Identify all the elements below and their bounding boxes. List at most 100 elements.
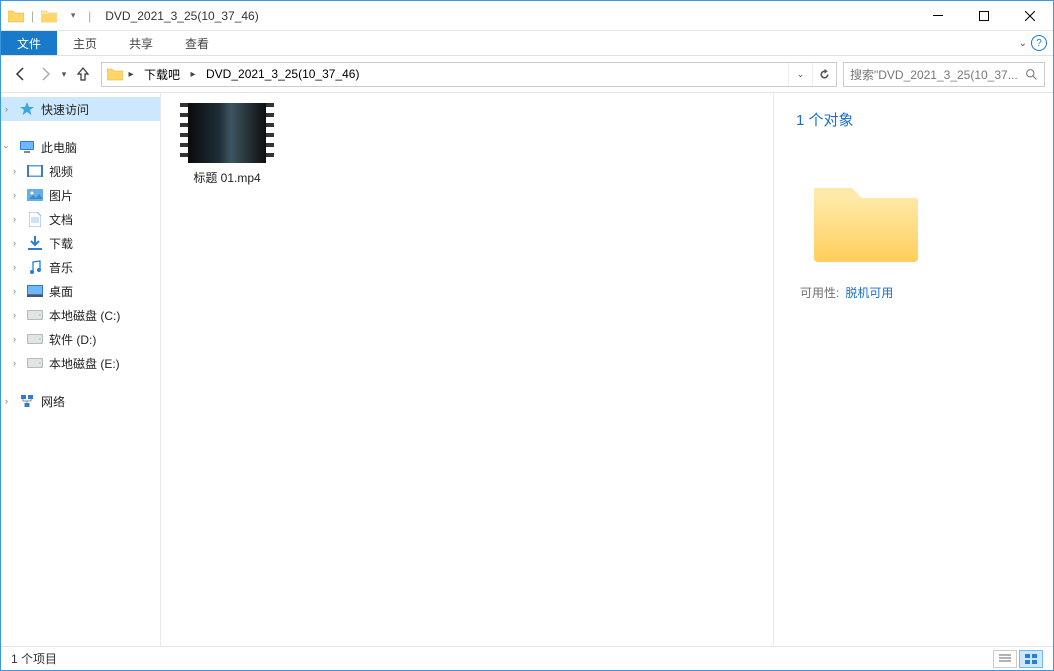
nav-group: ▾ <box>9 62 95 86</box>
icons-view-button[interactable] <box>1019 650 1043 668</box>
address-bar[interactable]: ▸ 下载吧 ▸ DVD_2021_3_25(10_37_46) ⌄ <box>101 62 837 87</box>
sidebar-item-desktop[interactable]: › 桌面 <box>1 279 160 303</box>
expand-icon[interactable]: › <box>13 310 16 320</box>
collapse-icon[interactable]: › <box>2 146 12 149</box>
file-name: 标题 01.mp4 <box>167 169 287 186</box>
sidebar-item-label: 软件 (D:) <box>49 331 96 348</box>
recent-dropdown-icon[interactable]: ▾ <box>57 62 71 86</box>
qat-divider: | <box>31 9 34 23</box>
file-grid[interactable]: 标题 01.mp4 <box>161 93 773 646</box>
drive-icon <box>27 307 43 323</box>
document-icon <box>27 211 43 227</box>
expand-icon[interactable]: › <box>13 334 16 344</box>
sidebar-item-label: 此电脑 <box>41 139 77 156</box>
sidebar-item-label: 快速访问 <box>41 101 89 118</box>
sidebar-item-documents[interactable]: › 文档 <box>1 207 160 231</box>
addr-root-chevron-icon[interactable]: ▸ <box>124 69 138 80</box>
expand-icon[interactable]: › <box>13 358 16 368</box>
breadcrumb-segment-1[interactable]: DVD_2021_3_25(10_37_46) <box>200 63 365 86</box>
navbar: ▾ ▸ 下载吧 ▸ DVD_2021_3_25(10_37_46) ⌄ 搜索"D… <box>1 56 1053 92</box>
sidebar-item-label: 本地磁盘 (C:) <box>49 307 120 324</box>
star-icon <box>19 101 35 117</box>
drive-icon <box>27 331 43 347</box>
expand-ribbon-icon[interactable]: ⌄ <box>1019 38 1027 49</box>
status-text: 1 个项目 <box>11 650 57 667</box>
sidebar: › 快速访问 › 此电脑 › 视频 › 图片 <box>1 93 161 646</box>
expand-icon[interactable]: › <box>13 286 16 296</box>
qat-divider-2: | <box>88 9 91 23</box>
breadcrumb-segment-0[interactable]: 下载吧 <box>138 63 186 86</box>
monitor-icon <box>19 139 35 155</box>
expand-icon[interactable]: › <box>13 166 16 176</box>
window-controls <box>915 1 1053 30</box>
content-area: 标题 01.mp4 1 个对象 可用性: 脱机可用 <box>161 93 1053 646</box>
sidebar-item-drive-d[interactable]: › 软件 (D:) <box>1 327 160 351</box>
sidebar-item-drive-e[interactable]: › 本地磁盘 (E:) <box>1 351 160 375</box>
sidebar-item-pictures[interactable]: › 图片 <box>1 183 160 207</box>
expand-icon[interactable]: › <box>5 396 8 406</box>
sidebar-item-label: 网络 <box>41 393 65 410</box>
tab-home[interactable]: 主页 <box>57 31 113 55</box>
ribbon: 文件 主页 共享 查看 ⌄ ? <box>1 31 1053 56</box>
folder-large-icon <box>806 168 926 268</box>
sidebar-item-music[interactable]: › 音乐 <box>1 255 160 279</box>
addr-chevron-icon[interactable]: ▸ <box>186 69 200 80</box>
addr-folder-icon <box>106 67 124 81</box>
up-button[interactable] <box>71 62 95 86</box>
back-button[interactable] <box>9 62 33 86</box>
addr-dropdown-icon[interactable]: ⌄ <box>788 63 812 86</box>
sidebar-item-drive-c[interactable]: › 本地磁盘 (C:) <box>1 303 160 327</box>
drive-icon <box>27 355 43 371</box>
minimize-button[interactable] <box>915 1 961 30</box>
search-placeholder: 搜索"DVD_2021_3_25(10_37... <box>850 66 1025 83</box>
search-input[interactable]: 搜索"DVD_2021_3_25(10_37... <box>843 62 1045 87</box>
video-thumbnail <box>180 103 274 163</box>
quick-access-toolbar: | ▾ | <box>1 5 97 27</box>
expand-icon[interactable]: › <box>13 214 16 224</box>
forward-button[interactable] <box>33 62 57 86</box>
window-title: DVD_2021_3_25(10_37_46) <box>105 9 258 23</box>
sidebar-item-label: 图片 <box>49 187 73 204</box>
sidebar-quick-access[interactable]: › 快速访问 <box>1 97 160 121</box>
expand-icon[interactable]: › <box>13 262 16 272</box>
tab-view[interactable]: 查看 <box>169 31 225 55</box>
details-view-button[interactable] <box>993 650 1017 668</box>
expand-icon[interactable]: › <box>5 104 8 114</box>
expand-icon[interactable]: › <box>13 190 16 200</box>
sidebar-item-downloads[interactable]: › 下载 <box>1 231 160 255</box>
titlebar: | ▾ | DVD_2021_3_25(10_37_46) <box>1 1 1053 31</box>
sidebar-this-pc[interactable]: › 此电脑 <box>1 135 160 159</box>
sidebar-item-label: 文档 <box>49 211 73 228</box>
download-icon <box>27 235 43 251</box>
availability-row: 可用性: 脱机可用 <box>800 284 1041 301</box>
details-pane: 1 个对象 可用性: 脱机可用 <box>773 93 1053 646</box>
details-title: 1 个对象 <box>796 109 1041 130</box>
file-item[interactable]: 标题 01.mp4 <box>167 103 287 186</box>
desktop-icon <box>27 283 43 299</box>
qat-dropdown-icon[interactable]: ▾ <box>62 5 84 27</box>
video-icon <box>27 163 43 179</box>
sidebar-item-videos[interactable]: › 视频 <box>1 159 160 183</box>
main-area: › 快速访问 › 此电脑 › 视频 › 图片 <box>1 92 1053 646</box>
expand-icon[interactable]: › <box>13 238 16 248</box>
help-icon[interactable]: ? <box>1031 35 1047 51</box>
folder-icon <box>5 5 27 27</box>
sidebar-network[interactable]: › 网络 <box>1 389 160 413</box>
prop-value: 脱机可用 <box>845 284 893 301</box>
sidebar-item-label: 本地磁盘 (E:) <box>49 355 120 372</box>
prop-label: 可用性: <box>800 284 839 301</box>
sidebar-item-label: 下载 <box>49 235 73 252</box>
search-icon <box>1025 68 1038 81</box>
file-tab[interactable]: 文件 <box>1 31 57 55</box>
sidebar-item-label: 视频 <box>49 163 73 180</box>
picture-icon <box>27 187 43 203</box>
network-icon <box>19 393 35 409</box>
folder-open-icon[interactable] <box>38 5 60 27</box>
ribbon-right: ⌄ ? <box>1019 35 1053 51</box>
close-button[interactable] <box>1007 1 1053 30</box>
statusbar: 1 个项目 <box>1 646 1053 670</box>
maximize-button[interactable] <box>961 1 1007 30</box>
sidebar-item-label: 音乐 <box>49 259 73 276</box>
refresh-icon[interactable] <box>812 63 836 86</box>
tab-share[interactable]: 共享 <box>113 31 169 55</box>
